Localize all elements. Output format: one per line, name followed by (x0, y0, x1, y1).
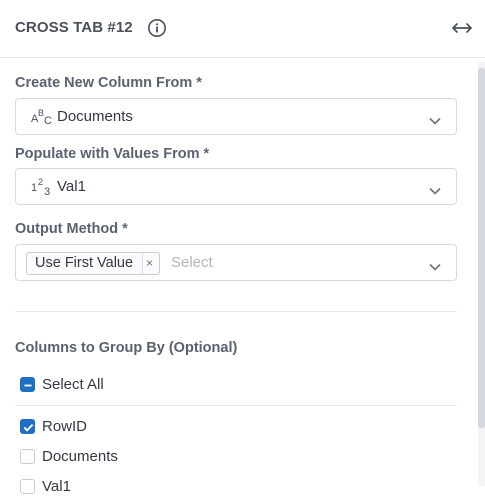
populate-value: Val1 (57, 178, 86, 195)
output-method-placeholder: Select (171, 254, 213, 271)
section-divider (15, 311, 457, 312)
chevron-down-icon[interactable] (429, 112, 441, 125)
string-type-icon: A B C (31, 107, 53, 130)
group-by-title: Columns to Group By (Optional) (15, 340, 238, 356)
expand-horizontal-icon[interactable] (450, 20, 474, 36)
scrollbar[interactable] (478, 62, 485, 486)
chip-divider (142, 253, 143, 274)
scrollbar-thumb[interactable] (478, 68, 485, 428)
panel-header: CROSS TAB #12 (0, 0, 485, 58)
select-all-label: Select All (42, 376, 104, 393)
svg-text:2: 2 (38, 177, 43, 187)
remove-chip-button[interactable]: × (146, 253, 153, 274)
chip-label: Use First Value (35, 255, 134, 271)
number-type-icon: 1 2 3 (31, 177, 55, 200)
list-divider (15, 405, 457, 406)
checkbox-checked[interactable] (20, 419, 35, 434)
chevron-down-icon[interactable] (429, 258, 441, 271)
svg-text:3: 3 (44, 186, 50, 197)
populate-select[interactable]: 1 2 3 Val1 (15, 168, 457, 205)
new-column-select[interactable]: A B C Documents (15, 98, 457, 135)
checkbox-unchecked[interactable] (20, 479, 35, 494)
item-label: Val1 (42, 478, 71, 495)
selected-chip: Use First Value × (26, 252, 160, 275)
output-method-select[interactable]: Use First Value × Select (15, 244, 457, 281)
output-method-label: Output Method * (15, 221, 128, 237)
chevron-down-icon[interactable] (429, 182, 441, 195)
populate-label: Populate with Values From * (15, 146, 210, 162)
new-column-label: Create New Column From * (15, 75, 202, 91)
item-label: RowID (42, 418, 88, 435)
select-all-checkbox[interactable] (20, 377, 35, 392)
new-column-value: Documents (57, 108, 133, 125)
svg-text:C: C (44, 115, 52, 127)
info-icon[interactable] (147, 18, 167, 38)
svg-text:1: 1 (31, 182, 37, 194)
item-label: Documents (42, 448, 118, 465)
checkbox-unchecked[interactable] (20, 449, 35, 464)
panel-title: CROSS TAB #12 (15, 19, 133, 36)
